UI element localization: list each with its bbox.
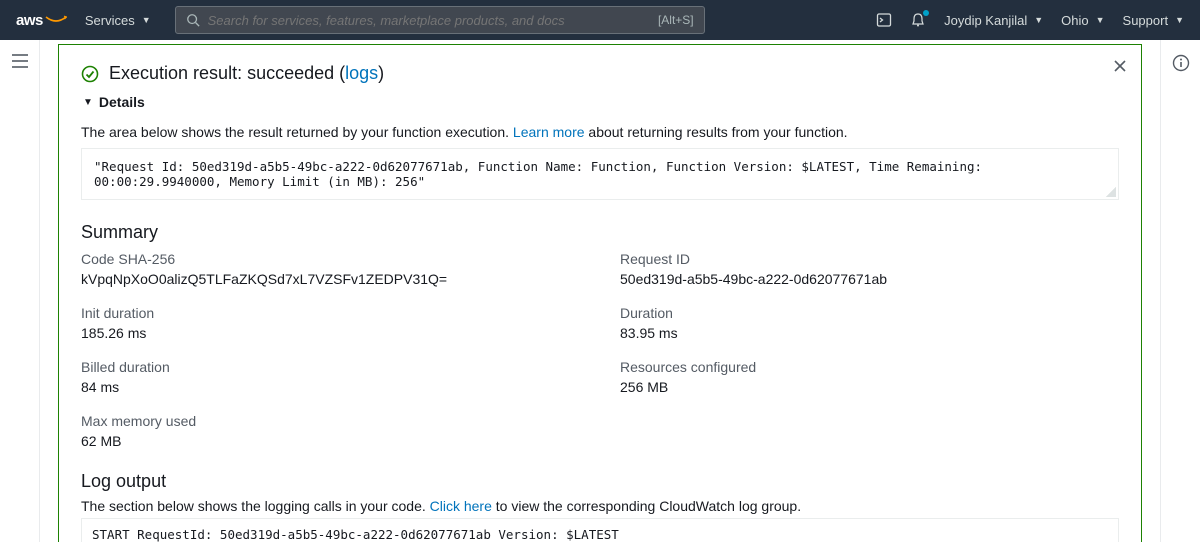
caret-down-icon: ▼: [1034, 15, 1043, 25]
close-icon: [1113, 59, 1127, 73]
caret-down-icon: ▼: [142, 15, 151, 25]
learn-more-link[interactable]: Learn more: [513, 124, 585, 140]
region-menu[interactable]: Ohio ▼: [1061, 13, 1104, 28]
result-output[interactable]: "Request Id: 50ed319d-a5b5-49bc-a222-0d6…: [81, 148, 1119, 200]
caret-down-icon: ▼: [1096, 15, 1105, 25]
label: Max memory used: [81, 413, 580, 429]
value: 62 MB: [81, 433, 580, 449]
value: 84 ms: [81, 379, 580, 395]
label: Init duration: [81, 305, 580, 321]
label: Duration: [620, 305, 1119, 321]
value: 83.95 ms: [620, 325, 1119, 341]
aws-smile-icon: [45, 15, 67, 25]
cloudwatch-link[interactable]: Click here: [430, 498, 492, 514]
summary-grid: Code SHA-256 kVpqNpXoO0alizQ5TLFaZKQSd7x…: [81, 251, 1119, 449]
info-button[interactable]: [1172, 54, 1190, 72]
field-billed-duration: Billed duration 84 ms: [81, 359, 580, 395]
summary-heading: Summary: [81, 222, 1119, 243]
value: kVpqNpXoO0alizQ5TLFaZKQSd7xL7VZSFv1ZEDPV…: [81, 271, 580, 287]
support-menu[interactable]: Support ▼: [1123, 13, 1184, 28]
log-description: The section below shows the logging call…: [81, 498, 1119, 514]
close-button[interactable]: [1113, 59, 1127, 73]
result-description: The area below shows the result returned…: [81, 124, 1119, 140]
execution-result-panel: Execution result: succeeded (logs) ▼ Det…: [58, 44, 1142, 542]
log-output-box[interactable]: START RequestId: 50ed319d-a5b5-49bc-a222…: [81, 518, 1119, 542]
status-title: Execution result: succeeded (logs): [109, 63, 384, 84]
label: Billed duration: [81, 359, 580, 375]
field-init-duration: Init duration 185.26 ms: [81, 305, 580, 341]
account-menu[interactable]: Joydip Kanjilal ▼: [944, 13, 1043, 28]
services-menu[interactable]: Services ▼: [85, 13, 151, 28]
aws-logo[interactable]: aws: [16, 12, 67, 29]
status-header: Execution result: succeeded (logs): [81, 63, 1119, 84]
user-name: Joydip Kanjilal: [944, 13, 1027, 28]
notification-dot-icon: [923, 10, 929, 16]
global-search[interactable]: [Alt+S]: [175, 6, 705, 34]
field-max-memory-used: Max memory used 62 MB: [81, 413, 580, 449]
terminal-icon: [876, 12, 892, 28]
details-toggle[interactable]: ▼ Details: [81, 94, 1119, 110]
value: 50ed319d-a5b5-49bc-a222-0d62077671ab: [620, 271, 1119, 287]
field-request-id: Request ID 50ed319d-a5b5-49bc-a222-0d620…: [620, 251, 1119, 287]
search-input[interactable]: [208, 13, 650, 28]
label: Code SHA-256: [81, 251, 580, 267]
value: 185.26 ms: [81, 325, 580, 341]
label: Resources configured: [620, 359, 1119, 375]
value: 256 MB: [620, 379, 1119, 395]
notifications-button[interactable]: [910, 12, 926, 28]
log-output-heading: Log output: [81, 471, 1119, 492]
search-shortcut: [Alt+S]: [658, 13, 694, 27]
open-nav-button[interactable]: [12, 54, 28, 68]
field-code-sha: Code SHA-256 kVpqNpXoO0alizQ5TLFaZKQSd7x…: [81, 251, 580, 287]
field-resources-configured: Resources configured 256 MB: [620, 359, 1119, 395]
right-rail: [1160, 40, 1200, 542]
support-label: Support: [1123, 13, 1169, 28]
aws-logo-text: aws: [16, 12, 43, 29]
status-title-prefix: Execution result: succeeded (: [109, 63, 345, 83]
info-icon: [1172, 54, 1190, 72]
label: Request ID: [620, 251, 1119, 267]
field-duration: Duration 83.95 ms: [620, 305, 1119, 341]
hamburger-icon: [12, 54, 28, 68]
details-label: Details: [99, 94, 145, 110]
success-icon: [81, 65, 99, 83]
triangle-down-icon: ▼: [83, 97, 93, 108]
left-rail: [0, 40, 40, 542]
region-name: Ohio: [1061, 13, 1088, 28]
status-title-suffix: ): [378, 63, 384, 83]
services-label: Services: [85, 13, 135, 28]
caret-down-icon: ▼: [1175, 15, 1184, 25]
cloudshell-button[interactable]: [876, 12, 892, 28]
main-content[interactable]: Execution result: succeeded (logs) ▼ Det…: [40, 40, 1160, 542]
search-icon: [186, 13, 200, 27]
logs-link[interactable]: logs: [345, 63, 378, 83]
top-nav: aws Services ▼ [Alt+S] Joydip Kanjilal ▼…: [0, 0, 1200, 40]
